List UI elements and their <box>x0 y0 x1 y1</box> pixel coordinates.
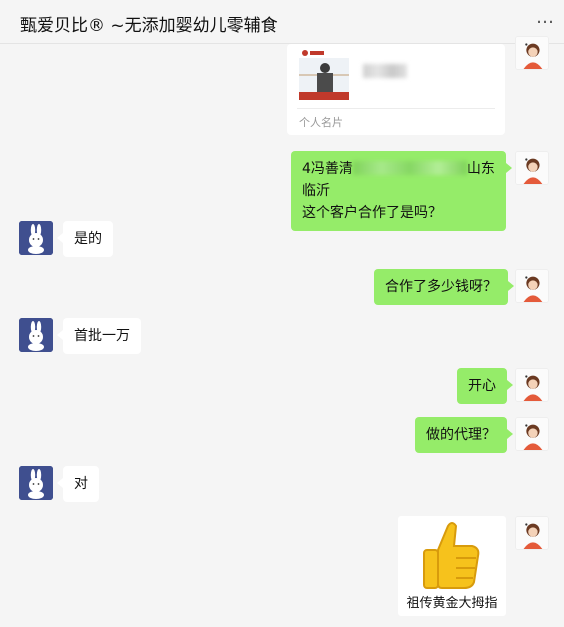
contact-avatar[interactable] <box>19 221 53 255</box>
redacted-text <box>352 161 467 175</box>
contact-avatar[interactable] <box>19 318 53 352</box>
message-bubble[interactable]: 是的 <box>57 221 113 257</box>
message-text: 首批一万 <box>74 328 130 344</box>
contact-photo <box>299 48 349 100</box>
chat-header: 甄爱贝比® ~无添加婴幼儿零辅食 … <box>0 0 564 44</box>
card-divider <box>297 108 495 109</box>
message-bubble[interactable]: 首批一万 <box>57 318 141 354</box>
message-text: 是的 <box>74 231 102 247</box>
message-bubble[interactable]: 合作了多少钱呀？ <box>374 269 514 305</box>
chat-title: 甄爱贝比® ~无添加婴幼儿零辅食 <box>20 16 278 36</box>
message-line: 4冯善清 山东临沂 <box>302 158 495 202</box>
card-type-label: 个人名片 <box>299 116 343 129</box>
sticker-message[interactable]: 祖传黄金大拇指 <box>398 516 506 616</box>
message-bubble[interactable]: 4冯善清 山东临沂 这个客户合作了是吗？ <box>291 151 512 231</box>
self-avatar[interactable] <box>515 516 549 550</box>
more-dots-icon[interactable]: … <box>536 8 556 28</box>
self-avatar[interactable] <box>515 36 549 70</box>
self-avatar[interactable] <box>515 151 549 185</box>
message-text: 合作了多少钱呀？ <box>385 279 497 295</box>
self-avatar[interactable] <box>515 269 549 303</box>
message-bubble[interactable]: 对 <box>57 466 99 502</box>
contact-avatar[interactable] <box>19 466 53 500</box>
message-bubble[interactable]: 做的代理？ <box>415 417 513 453</box>
self-avatar[interactable] <box>515 417 549 451</box>
thumbs-up-icon <box>423 522 480 589</box>
message-text: 开心 <box>468 378 496 394</box>
contact-name-redacted <box>363 64 407 78</box>
message-text: 对 <box>74 476 88 492</box>
sticker-caption: 祖传黄金大拇指 <box>406 596 498 611</box>
contact-card[interactable]: 个人名片 <box>287 44 505 135</box>
message-line: 这个客户合作了是吗？ <box>302 205 442 221</box>
message-text: 做的代理？ <box>426 427 496 443</box>
message-text: 4冯善清 <box>302 161 353 177</box>
self-avatar[interactable] <box>515 368 549 402</box>
message-bubble[interactable]: 开心 <box>457 368 513 404</box>
